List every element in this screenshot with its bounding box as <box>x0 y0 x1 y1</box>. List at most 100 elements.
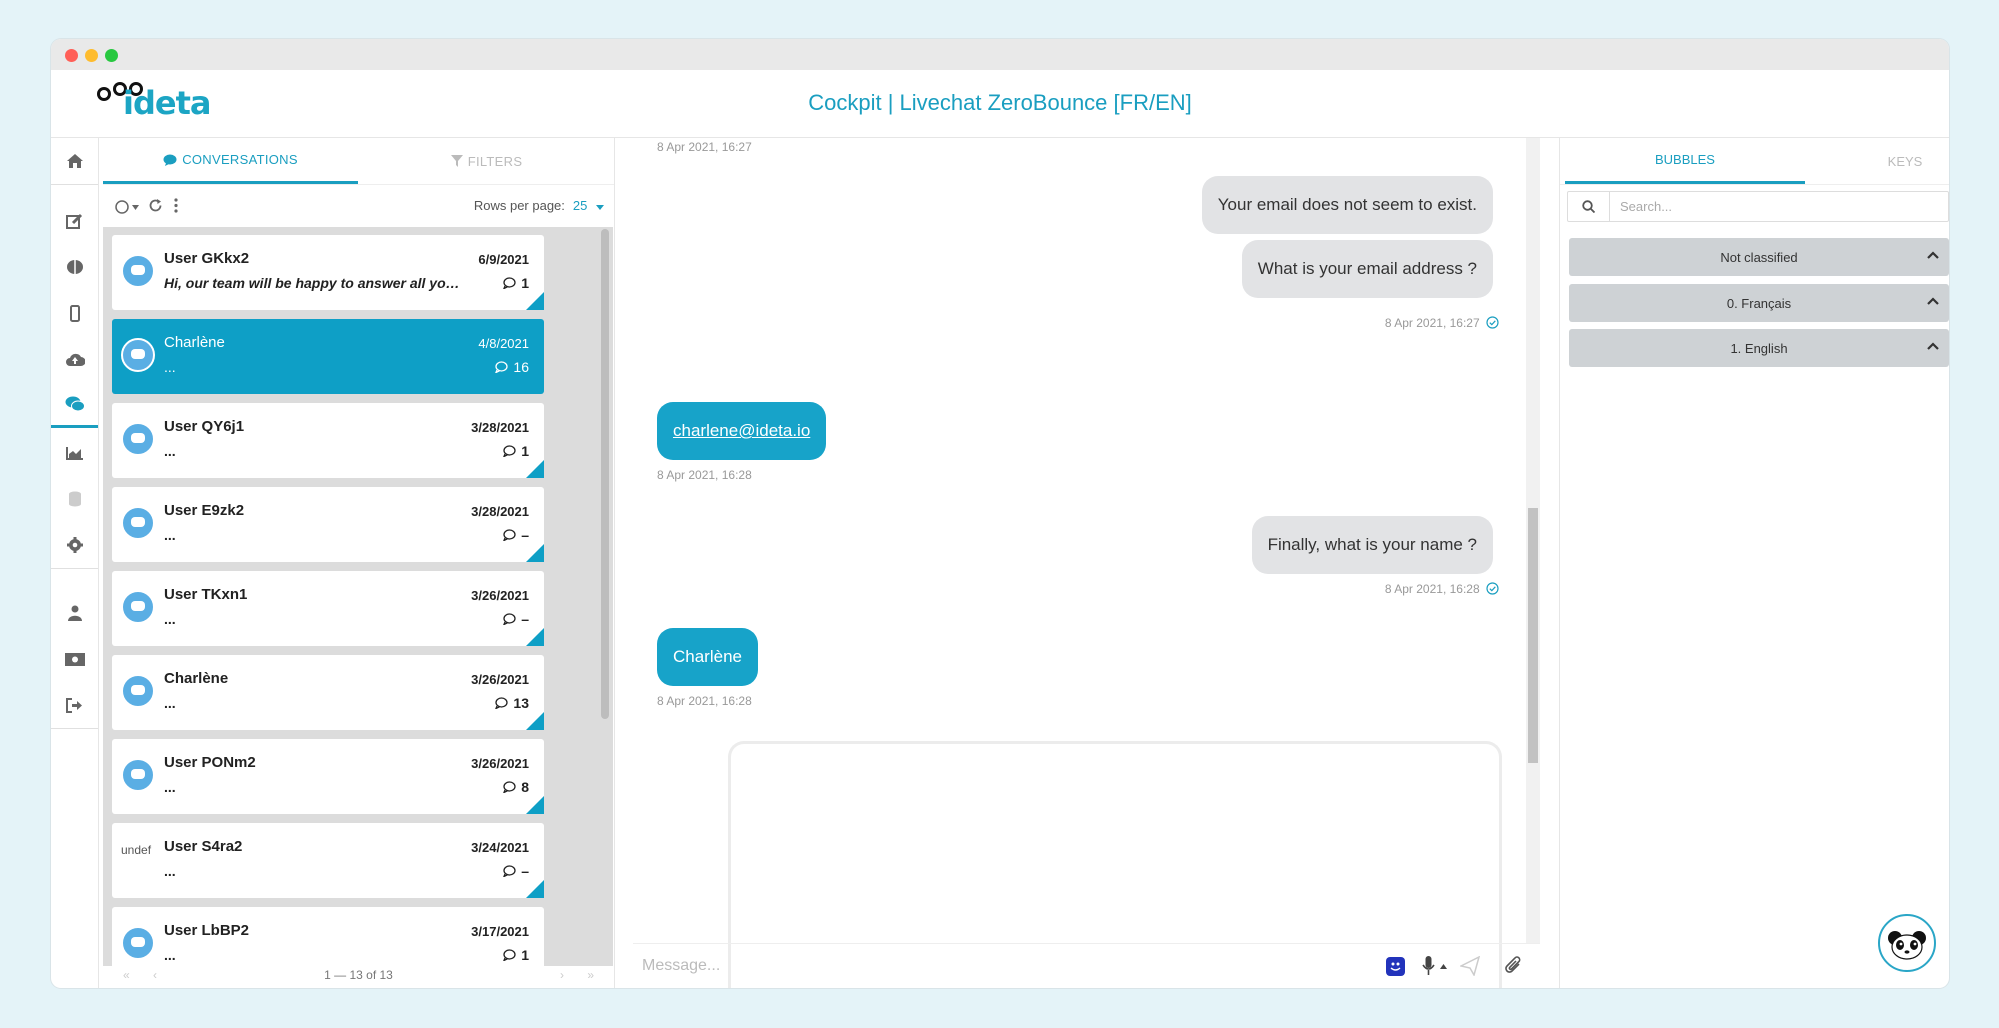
microphone-icon[interactable] <box>1422 956 1435 976</box>
conversation-preview: ... <box>164 359 176 375</box>
rows-per-page-select[interactable]: 25 <box>573 198 587 213</box>
message-count: 1 <box>503 443 529 459</box>
conversation-name: User PONm2 <box>164 754 256 771</box>
sidebar-item-profile[interactable] <box>51 590 98 636</box>
comment-icon <box>503 781 516 793</box>
conversation-item[interactable]: User E9zk2 3/28/2021 ... – <box>112 487 544 562</box>
prev-page-icon[interactable]: ‹ <box>153 968 157 982</box>
attachment-icon[interactable] <box>1504 956 1524 976</box>
sidebar-item-settings[interactable] <box>51 522 98 568</box>
list-scrollbar[interactable] <box>601 229 609 719</box>
money-icon <box>64 652 85 666</box>
next-page-icon[interactable]: › <box>560 968 564 982</box>
conversation-date: 3/28/2021 <box>471 420 529 435</box>
conversations-tabs: CONVERSATIONS FILTERS <box>103 138 614 185</box>
tab-filters[interactable]: FILTERS <box>359 138 614 184</box>
search-input[interactable]: Search... <box>1620 199 1672 214</box>
tab-bubbles[interactable]: BUBBLES <box>1565 138 1805 184</box>
message-count: 1 <box>503 275 529 291</box>
user-message-link[interactable]: charlene@ideta.io <box>657 402 827 460</box>
chat-scrollbar-thumb[interactable] <box>1528 508 1538 763</box>
tab-conversations[interactable]: CONVERSATIONS <box>103 138 358 184</box>
chevron-up-icon[interactable] <box>1927 340 1939 352</box>
section-english[interactable]: 1. English <box>1569 329 1949 367</box>
message-input[interactable]: Message... <box>642 957 720 975</box>
message-timestamp: 8 Apr 2021, 16:28 <box>657 468 752 482</box>
chat-area: 8 Apr 2021, 16:27 Your email does not se… <box>618 138 1540 988</box>
avatar <box>121 758 155 792</box>
sidebar-item-ai[interactable] <box>51 244 98 290</box>
conversation-item-selected[interactable]: Charlène 4/8/2021 ... 16 <box>112 319 544 394</box>
sidebar-item-analytics[interactable] <box>51 430 98 476</box>
message-count: 8 <box>503 779 529 795</box>
conversation-date: 3/26/2021 <box>471 672 529 687</box>
message-composer: Message... <box>633 943 1540 988</box>
message-count-value: – <box>521 611 529 627</box>
section-not-classified[interactable]: Not classified <box>1569 238 1949 276</box>
conversation-name: User QY6j1 <box>164 418 245 435</box>
message-count-value: – <box>521 863 529 879</box>
conversation-date: 6/9/2021 <box>478 252 529 267</box>
tab-keys[interactable]: KEYS <box>1805 138 1949 184</box>
refresh-icon[interactable] <box>148 198 163 213</box>
sidebar-item-billing[interactable] <box>51 636 98 682</box>
sidebar-item-edit[interactable] <box>51 198 98 244</box>
section-francais[interactable]: 0. Français <box>1569 284 1949 322</box>
conversation-preview: ... <box>164 527 176 543</box>
conversation-date: 4/8/2021 <box>478 336 529 351</box>
caret-down-icon[interactable] <box>596 205 604 210</box>
bubbles-panel: BUBBLES KEYS Search... Not classified 0.… <box>1559 138 1949 988</box>
maximize-window-button[interactable] <box>105 49 118 62</box>
chatbot-launcher[interactable] <box>1878 914 1936 972</box>
chat-scrollbar[interactable] <box>1526 138 1540 943</box>
conversation-item[interactable]: User GKkx2 6/9/2021 Hi, our team will be… <box>112 235 544 310</box>
conversation-list: User GKkx2 6/9/2021 Hi, our team will be… <box>103 227 613 966</box>
conversation-preview: ... <box>164 947 176 963</box>
sidebar-item-deploy[interactable] <box>51 336 98 382</box>
close-window-button[interactable] <box>65 49 78 62</box>
conversations-panel: CONVERSATIONS FILTERS Rows per page: 25 U… <box>103 138 615 988</box>
chevron-up-icon[interactable] <box>1927 249 1939 261</box>
conversations-toolbar: Rows per page: 25 <box>103 185 614 227</box>
search-button[interactable] <box>1568 192 1610 221</box>
comment-icon <box>503 445 516 457</box>
comment-icon <box>503 529 516 541</box>
conversation-item[interactable]: Charlène 3/26/2021 ... 13 <box>112 655 544 730</box>
minimize-window-button[interactable] <box>85 49 98 62</box>
message-count: – <box>503 863 529 879</box>
message-timestamp-text: 8 Apr 2021, 16:28 <box>1384 582 1480 596</box>
conversation-item[interactable]: User QY6j1 3/28/2021 ... 1 <box>112 403 544 478</box>
database-icon <box>68 491 81 507</box>
chevron-up-icon[interactable] <box>1927 295 1939 307</box>
emoji-icon[interactable] <box>1386 957 1405 976</box>
conversation-preview: ... <box>164 443 176 459</box>
conversation-item[interactable]: User PONm2 3/26/2021 ... 8 <box>112 739 544 814</box>
caret-down-icon[interactable] <box>132 205 139 210</box>
more-options-icon[interactable] <box>174 198 178 213</box>
sidebar-item-home[interactable] <box>51 138 98 184</box>
caret-up-icon[interactable] <box>1440 964 1447 969</box>
chat-icon <box>65 396 85 411</box>
first-page-icon[interactable]: « <box>123 968 130 982</box>
conversation-item[interactable]: User LbBP2 3/17/2021 ... 1 <box>112 907 544 966</box>
app-window: ideta Cockpit | Livechat ZeroBounce [FR/… <box>51 39 1949 988</box>
section-label: Not classified <box>1720 249 1798 265</box>
send-icon[interactable] <box>1460 956 1480 976</box>
message-count-value: 1 <box>521 443 529 459</box>
conversation-preview: Hi, our team will be happy to answer all… <box>164 275 464 291</box>
message-count-value: 16 <box>513 359 529 375</box>
sidebar-item-livechat[interactable] <box>51 382 98 428</box>
sidebar-item-database[interactable] <box>51 476 98 522</box>
conversation-item[interactable]: undef User S4ra2 3/24/2021 ... – <box>112 823 544 898</box>
user-icon <box>67 605 82 621</box>
conversation-item[interactable]: User TKxn1 3/26/2021 ... – <box>112 571 544 646</box>
last-page-icon[interactable]: » <box>587 968 594 982</box>
sidebar-item-channels[interactable] <box>51 290 98 336</box>
sidebar-item-logout[interactable] <box>51 682 98 728</box>
brain-icon <box>66 260 83 274</box>
select-all-checkbox[interactable] <box>115 200 129 214</box>
conversation-date: 3/26/2021 <box>471 756 529 771</box>
message-timestamp-text: 8 Apr 2021, 16:27 <box>1384 316 1480 330</box>
pagination: « ‹ 1 — 13 of 13 › » <box>103 968 614 988</box>
cloud-upload-icon <box>65 353 85 366</box>
